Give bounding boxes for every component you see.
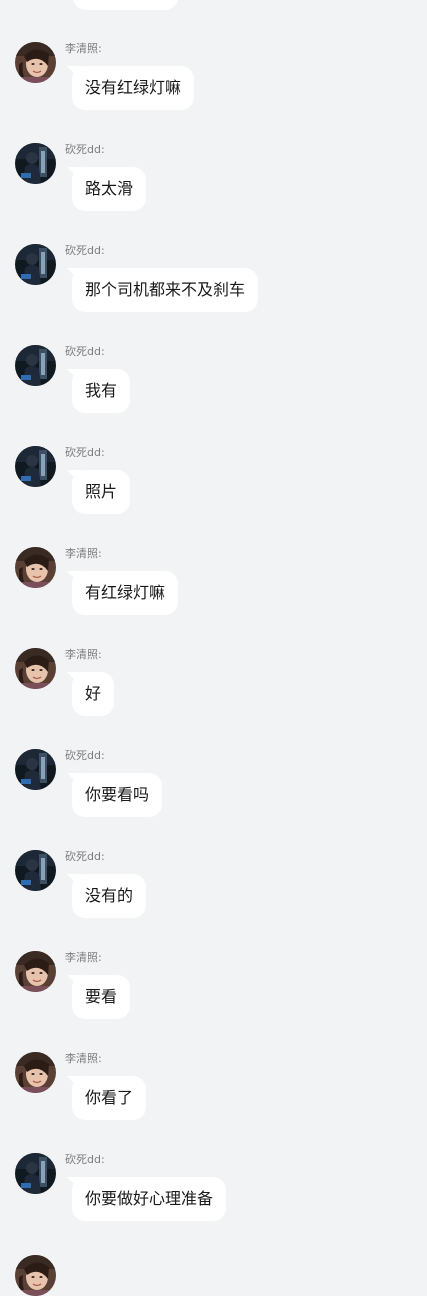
chat-message: 砍死dd: 那个司机都来不及刹车 bbox=[0, 244, 427, 344]
chat-message: 李清照: 好 bbox=[0, 648, 427, 748]
message-bubble[interactable]: 没有的 bbox=[72, 874, 147, 918]
avatar-dd[interactable] bbox=[15, 143, 56, 184]
message-bubble[interactable]: 你要做好心理准备 bbox=[72, 1177, 227, 1221]
sender-name: 李清照: bbox=[65, 648, 102, 661]
sender-name: 李清照: bbox=[65, 42, 102, 55]
chat-message: 砍死dd: 你要看吗 bbox=[0, 749, 427, 849]
avatar-dd[interactable] bbox=[15, 446, 56, 487]
avatar-li-qingzhao[interactable] bbox=[15, 1052, 56, 1093]
message-bubble[interactable]: 没有红绿灯嘛 bbox=[72, 66, 195, 110]
sender-name: 砍死dd: bbox=[65, 749, 105, 762]
avatar-dd[interactable] bbox=[15, 749, 56, 790]
chat-message: 李清照: 要看 bbox=[0, 951, 427, 1051]
sender-name: 李清照: bbox=[65, 1052, 102, 1065]
message-bubble[interactable]: 有红绿灯嘛 bbox=[72, 571, 179, 615]
avatar-li-qingzhao[interactable] bbox=[15, 951, 56, 992]
chat-message: 李清照: 没有红绿灯嘛 bbox=[0, 42, 427, 142]
message-bubble[interactable]: 你看了 bbox=[72, 1076, 147, 1120]
message-bubble[interactable]: 你要看吗 bbox=[72, 773, 163, 817]
chat-message: 砍死dd: 我有 bbox=[0, 345, 427, 445]
message-bubble[interactable]: 路太滑 bbox=[72, 167, 147, 211]
message-bubble[interactable]: 要看 bbox=[72, 975, 131, 1019]
chat-message: 砍死dd: 你要做好心理准备 bbox=[0, 1153, 427, 1253]
avatar[interactable] bbox=[15, 1255, 56, 1296]
chat-message: 李清照: 你看了 bbox=[0, 1052, 427, 1152]
message-bubble[interactable]: 照片 bbox=[72, 470, 131, 514]
chat-message: 砍死dd: 照片 bbox=[0, 446, 427, 546]
avatar-dd[interactable] bbox=[15, 1153, 56, 1194]
chat-message: 砍死dd: 路太滑 bbox=[0, 143, 427, 243]
message-bubble[interactable]: 好 bbox=[72, 672, 115, 716]
sender-name: 砍死dd: bbox=[65, 1153, 105, 1166]
avatar-dd[interactable] bbox=[15, 345, 56, 386]
previous-message-bubble[interactable] bbox=[73, 0, 178, 10]
message-bubble[interactable]: 我有 bbox=[72, 369, 131, 413]
chat-message: 李清照: 有红绿灯嘛 bbox=[0, 547, 427, 647]
avatar-li-qingzhao[interactable] bbox=[15, 42, 56, 83]
chat-message: 砍死dd: 没有的 bbox=[0, 850, 427, 950]
message-bubble[interactable]: 那个司机都来不及刹车 bbox=[72, 268, 259, 312]
sender-name: 李清照: bbox=[65, 547, 102, 560]
sender-name: 砍死dd: bbox=[65, 143, 105, 156]
avatar-li-qingzhao[interactable] bbox=[15, 547, 56, 588]
avatar-dd[interactable] bbox=[15, 850, 56, 891]
sender-name: 砍死dd: bbox=[65, 446, 105, 459]
sender-name: 李清照: bbox=[65, 951, 102, 964]
avatar-li-qingzhao[interactable] bbox=[15, 648, 56, 689]
sender-name: 砍死dd: bbox=[65, 345, 105, 358]
sender-name: 砍死dd: bbox=[65, 244, 105, 257]
chat-message-list[interactable]: 李清照: 没有红绿灯嘛 砍死dd: 路太滑 砍死dd: 那个司机都来不及刹车 砍… bbox=[0, 0, 427, 1296]
sender-name: 砍死dd: bbox=[65, 850, 105, 863]
avatar-dd[interactable] bbox=[15, 244, 56, 285]
